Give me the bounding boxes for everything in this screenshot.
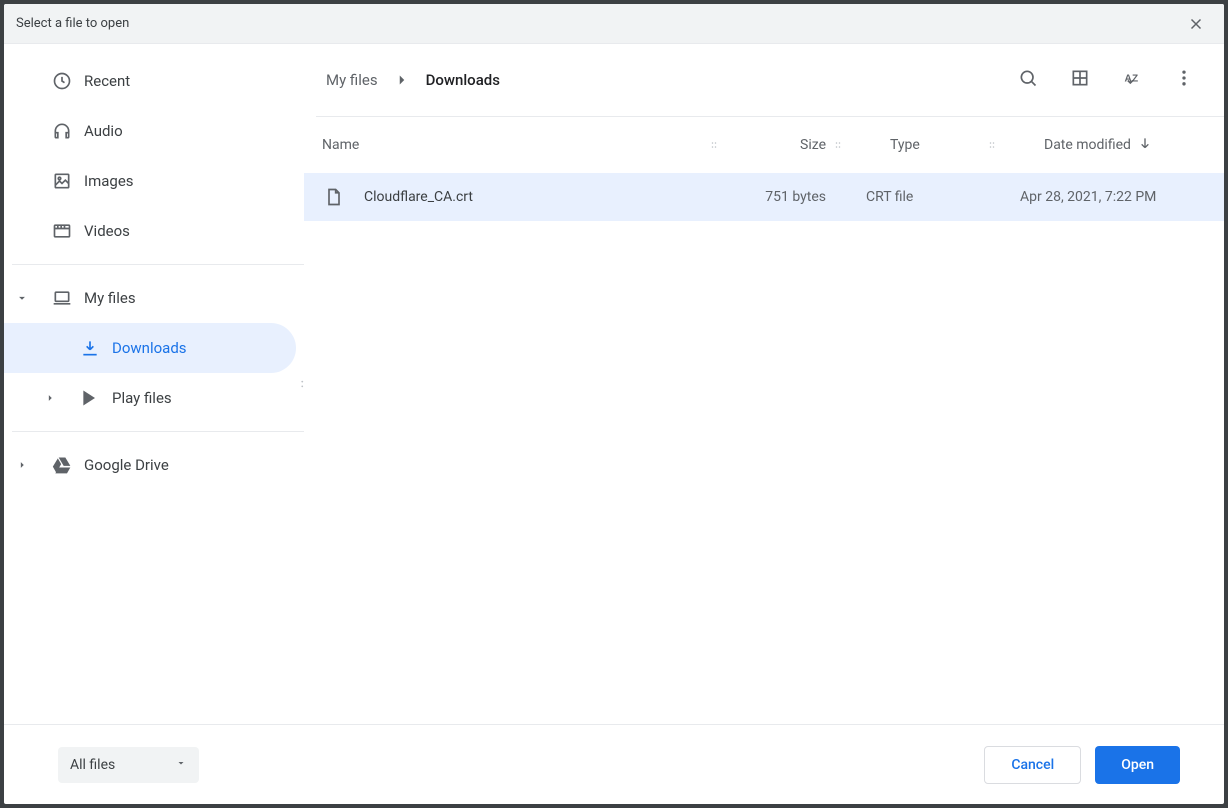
titlebar: Select a file to open xyxy=(4,4,1224,44)
breadcrumb: My files Downloads xyxy=(316,65,1000,95)
filter-label: All files xyxy=(70,757,115,773)
cancel-button[interactable]: Cancel xyxy=(984,746,1081,784)
sidebar: Recent Audio Images xyxy=(4,44,304,724)
sidebar-item-label: Recent xyxy=(84,72,130,90)
sidebar-item-label: Play files xyxy=(112,389,172,407)
file-open-dialog: Select a file to open Recent Au xyxy=(4,4,1224,804)
toolbar: My files Downloads xyxy=(304,44,1224,116)
close-button[interactable] xyxy=(1180,8,1212,40)
sort-az-icon: AZ xyxy=(1122,68,1142,92)
download-icon xyxy=(68,338,112,358)
sidebar-item-play-files[interactable]: Play files xyxy=(4,373,304,423)
file-name: Cloudflare_CA.crt xyxy=(364,189,702,205)
google-drive-icon xyxy=(40,455,84,475)
sidebar-separator xyxy=(12,264,304,265)
chevron-right-icon[interactable] xyxy=(32,391,68,405)
column-header-date[interactable]: Date modified xyxy=(1004,135,1224,155)
chevron-right-icon xyxy=(392,70,412,90)
table-header: Name Size Type Date modified xyxy=(304,117,1224,173)
sidebar-item-videos[interactable]: Videos xyxy=(4,206,304,256)
view-toggle-button[interactable] xyxy=(1056,56,1104,104)
breadcrumb-item-current[interactable]: Downloads xyxy=(416,65,510,95)
sidebar-item-label: Google Drive xyxy=(84,456,169,474)
content-pane: My files Downloads xyxy=(304,44,1224,724)
grid-icon xyxy=(1070,68,1090,92)
file-icon xyxy=(304,187,364,207)
sidebar-item-my-files[interactable]: My files xyxy=(4,273,304,323)
video-icon xyxy=(40,221,84,241)
sidebar-item-label: Downloads xyxy=(112,339,187,357)
table-row[interactable]: Cloudflare_CA.crt 751 bytes CRT file Apr… xyxy=(304,173,1224,221)
sidebar-item-label: My files xyxy=(84,289,136,307)
column-resize-handle[interactable] xyxy=(826,139,850,151)
sidebar-separator xyxy=(12,431,304,432)
sidebar-item-label: Videos xyxy=(84,222,130,240)
search-icon xyxy=(1018,68,1038,92)
sidebar-item-label: Images xyxy=(84,172,134,190)
column-resize-handle[interactable] xyxy=(980,139,1004,151)
sort-button[interactable]: AZ xyxy=(1108,56,1156,104)
dialog-body: Recent Audio Images xyxy=(4,44,1224,724)
column-header-date-label: Date modified xyxy=(1044,137,1131,153)
chevron-right-icon[interactable] xyxy=(4,458,40,472)
sidebar-resize-handle[interactable] xyxy=(290,370,304,398)
open-button[interactable]: Open xyxy=(1095,746,1180,784)
column-resize-handle[interactable] xyxy=(702,139,726,151)
image-icon xyxy=(40,171,84,191)
laptop-icon xyxy=(40,288,84,308)
file-size: 751 bytes xyxy=(702,189,826,205)
footer-actions: Cancel Open xyxy=(984,746,1180,784)
svg-text:Z: Z xyxy=(1132,73,1138,84)
dialog-title: Select a file to open xyxy=(16,16,129,31)
sidebar-item-downloads[interactable]: Downloads xyxy=(4,323,296,373)
google-play-icon xyxy=(68,388,112,408)
sidebar-item-audio[interactable]: Audio xyxy=(4,106,304,156)
sidebar-item-recent[interactable]: Recent xyxy=(4,56,304,106)
column-header-size[interactable]: Size xyxy=(726,137,826,153)
sidebar-item-label: Audio xyxy=(84,122,123,140)
file-date: Apr 28, 2021, 7:22 PM xyxy=(956,189,1224,205)
sidebar-item-images[interactable]: Images xyxy=(4,156,304,206)
footer: All files Cancel Open xyxy=(4,724,1224,804)
more-vert-icon xyxy=(1174,68,1194,92)
sidebar-item-google-drive[interactable]: Google Drive xyxy=(4,440,304,490)
column-header-name[interactable]: Name xyxy=(322,137,702,153)
arrow-down-icon xyxy=(1137,135,1153,155)
chevron-down-icon[interactable] xyxy=(4,291,40,305)
caret-down-icon xyxy=(175,757,187,773)
file-type-filter[interactable]: All files xyxy=(58,747,199,783)
breadcrumb-item-root[interactable]: My files xyxy=(316,65,388,95)
column-header-type[interactable]: Type xyxy=(850,137,980,153)
more-button[interactable] xyxy=(1160,56,1208,104)
search-button[interactable] xyxy=(1004,56,1052,104)
clock-icon xyxy=(40,71,84,91)
file-type: CRT file xyxy=(826,189,956,205)
headphones-icon xyxy=(40,121,84,141)
